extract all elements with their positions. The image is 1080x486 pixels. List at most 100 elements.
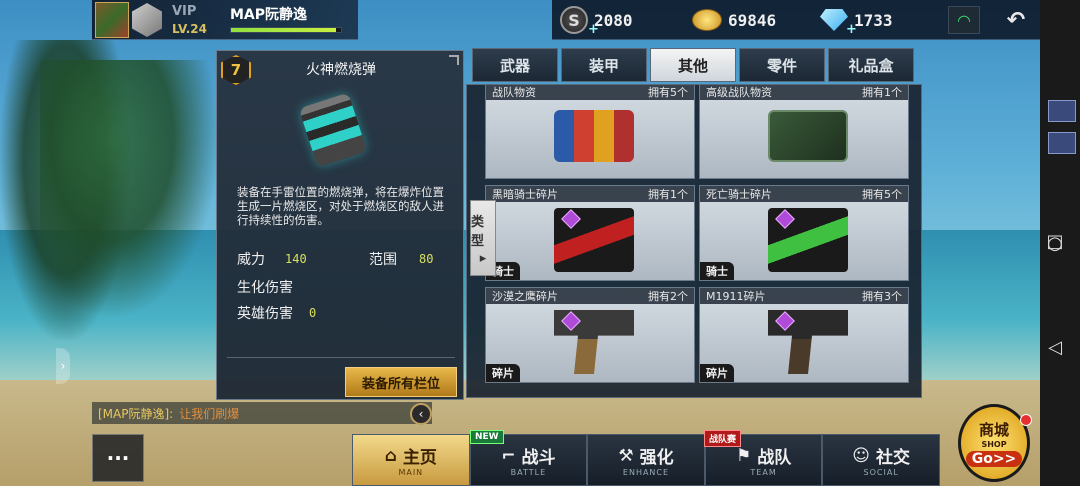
expand-arrow-icon: ▸	[479, 250, 487, 266]
card-owned: 拥有1个	[648, 188, 688, 201]
item-tag: 碎片	[486, 364, 520, 382]
gold-display[interactable]: 69846	[692, 8, 776, 32]
chat-message: 让我们刷爆	[179, 406, 240, 421]
item-title: 火神燃烧弹	[306, 62, 376, 78]
team-flag-icon: ⚑	[735, 445, 752, 466]
nav-social[interactable]: ☺ 社交 SOCIAL	[822, 434, 940, 486]
wifi-signal-icon: ◠	[948, 6, 980, 34]
card-header: 高级战队物资 拥有1个	[700, 85, 908, 100]
bottom-navigation: ⌂ 主页 MAIN ⌐ 战斗 BATTLE ⚒ 强化 ENHANCE ⚑ 战队 TEAM…	[352, 430, 940, 486]
card-header: 死亡骑士碎片 拥有5个	[700, 186, 908, 202]
chat-bubble-icon: ···	[106, 446, 130, 470]
notification-dot	[1020, 414, 1032, 426]
chat-collapse-icon[interactable]: ‹	[410, 403, 432, 425]
background-palm-leaves	[40, 60, 220, 320]
shop-button[interactable]: 商城 SHOP Go>>	[958, 404, 1030, 482]
floating-window-icon[interactable]	[1048, 100, 1076, 122]
item-card-m1911-fragment[interactable]: M1911碎片 拥有3个 碎片	[699, 287, 909, 383]
supply-barrels-image	[554, 110, 634, 162]
item-card-advanced-team-supplies[interactable]: 高级战队物资 拥有1个	[699, 85, 909, 179]
card-header: M1911碎片 拥有3个	[700, 288, 908, 304]
left-expand-arrow-icon[interactable]: ›	[56, 348, 70, 384]
card-owned: 拥有5个	[862, 188, 902, 201]
item-card-desert-eagle-fragment[interactable]: 沙漠之鹰碎片 拥有2个 碎片	[485, 287, 695, 383]
card-owned: 拥有2个	[648, 290, 688, 303]
divider	[227, 357, 455, 358]
power-label: 威力	[237, 252, 265, 268]
shop-label: 商城	[978, 421, 1009, 439]
new-badge: NEW	[470, 430, 504, 444]
card-name: M1911碎片	[706, 290, 766, 303]
tab-parts[interactable]: 零件	[739, 48, 825, 82]
shop-go-label: Go>>	[965, 451, 1023, 467]
card-owned: 拥有5个	[648, 86, 688, 99]
player-level: LV.24	[172, 22, 207, 36]
nav-team-sub: TEAM	[750, 468, 777, 477]
incendiary-grenade-image	[298, 92, 368, 168]
player-avatar[interactable]	[95, 2, 129, 38]
item-grid: 战队物资 拥有5个 高级战队物资 拥有1个 黑暗骑士碎片 拥有1个 骑士 死亡骑士碎片…	[466, 84, 922, 398]
card-header: 沙漠之鹰碎片 拥有2个	[486, 288, 694, 304]
nav-social-label: 社交	[876, 448, 911, 468]
power-value: 140	[285, 252, 307, 266]
range-label: 范围	[369, 252, 397, 268]
bio-damage-label: 生化伤害	[237, 280, 293, 296]
item-tag: 碎片	[700, 364, 734, 382]
tab-gift-box[interactable]: 礼品盒	[828, 48, 914, 82]
type-filter-label: 类型	[471, 214, 485, 249]
player-name: MAP阮静逸	[230, 7, 308, 23]
diamond-value: 1733	[854, 10, 893, 30]
card-header: 战队物资 拥有5个	[486, 85, 694, 100]
chat-preview[interactable]: [MAP阮静逸]: 让我们刷爆	[92, 402, 432, 424]
rank-badge-icon	[132, 3, 162, 37]
gold-coin-icon	[692, 9, 722, 31]
hero-damage-value: 0	[309, 306, 317, 320]
tab-armor[interactable]: 装甲	[561, 48, 647, 82]
card-name: 高级战队物资	[706, 86, 772, 99]
item-card-death-knight-fragment[interactable]: 死亡骑士碎片 拥有5个 骑士	[699, 185, 909, 281]
item-card-dark-knight-fragment[interactable]: 黑暗骑士碎片 拥有1个 骑士	[485, 185, 695, 281]
add-diamonds-icon[interactable]: +	[846, 22, 857, 37]
hero-damage-label: 英雄伤害	[237, 306, 293, 322]
nav-enhance[interactable]: ⚒ 强化 ENHANCE	[587, 434, 705, 486]
tab-other[interactable]: 其他	[650, 48, 736, 82]
card-name: 战队物资	[492, 86, 536, 99]
s-coin-icon: S	[560, 6, 588, 34]
card-name: 黑暗骑士碎片	[492, 188, 558, 201]
card-name: 沙漠之鹰碎片	[492, 290, 558, 303]
gold-value: 69846	[728, 10, 777, 30]
pistol-icon: ⌐	[501, 445, 516, 466]
nav-main-label: 主页	[402, 448, 437, 468]
team-battle-badge: 战队赛	[704, 430, 742, 447]
back-arrow-icon[interactable]: ↶	[1000, 6, 1032, 34]
player-profile[interactable]: VIP LV.24 MAP阮静逸	[92, 0, 358, 40]
range-value: 80	[419, 252, 434, 266]
nav-battle-label: 战斗	[521, 448, 556, 468]
nav-main[interactable]: ⌂ 主页 MAIN	[352, 434, 470, 486]
s-points-value: 2080	[594, 10, 633, 30]
diamond-icon	[820, 9, 848, 31]
nav-enhance-sub: ENHANCE	[622, 468, 670, 477]
equip-all-slots-button[interactable]: 装备所有栏位	[345, 367, 457, 397]
nav-main-sub: MAIN	[398, 468, 424, 477]
supply-crate-image	[768, 110, 848, 162]
back-triangle-icon[interactable]: ◁	[1044, 336, 1066, 358]
item-description: 装备在手雷位置的燃烧弹，将在爆炸位置生成一片燃烧区，对处于燃烧区的敌人进行持续性…	[237, 185, 444, 227]
nav-team-label: 战队	[757, 448, 792, 468]
card-owned: 拥有1个	[862, 86, 902, 99]
tab-weapons[interactable]: 武器	[472, 48, 558, 82]
nav-battle-sub: BATTLE	[510, 468, 547, 477]
category-tabs: 武器 装甲 其他 零件 礼品盒	[472, 48, 922, 82]
floating-window-icon-2[interactable]	[1048, 132, 1076, 154]
friends-icon: ☺	[852, 445, 871, 466]
xp-progress-fill	[231, 28, 336, 32]
item-card-team-supplies[interactable]: 战队物资 拥有5个	[485, 85, 695, 179]
type-filter-tab[interactable]: 类型 ▸	[470, 200, 496, 276]
corner-bracket-icon	[449, 55, 459, 65]
home-circle-icon[interactable]: ○	[1044, 232, 1066, 254]
chat-button[interactable]: ···	[92, 434, 144, 482]
shop-sub-label: SHOP	[981, 440, 1007, 449]
chat-sender: [MAP阮静逸]:	[98, 406, 174, 421]
home-icon: ⌂	[384, 445, 397, 466]
add-s-points-icon[interactable]: +	[588, 22, 599, 37]
